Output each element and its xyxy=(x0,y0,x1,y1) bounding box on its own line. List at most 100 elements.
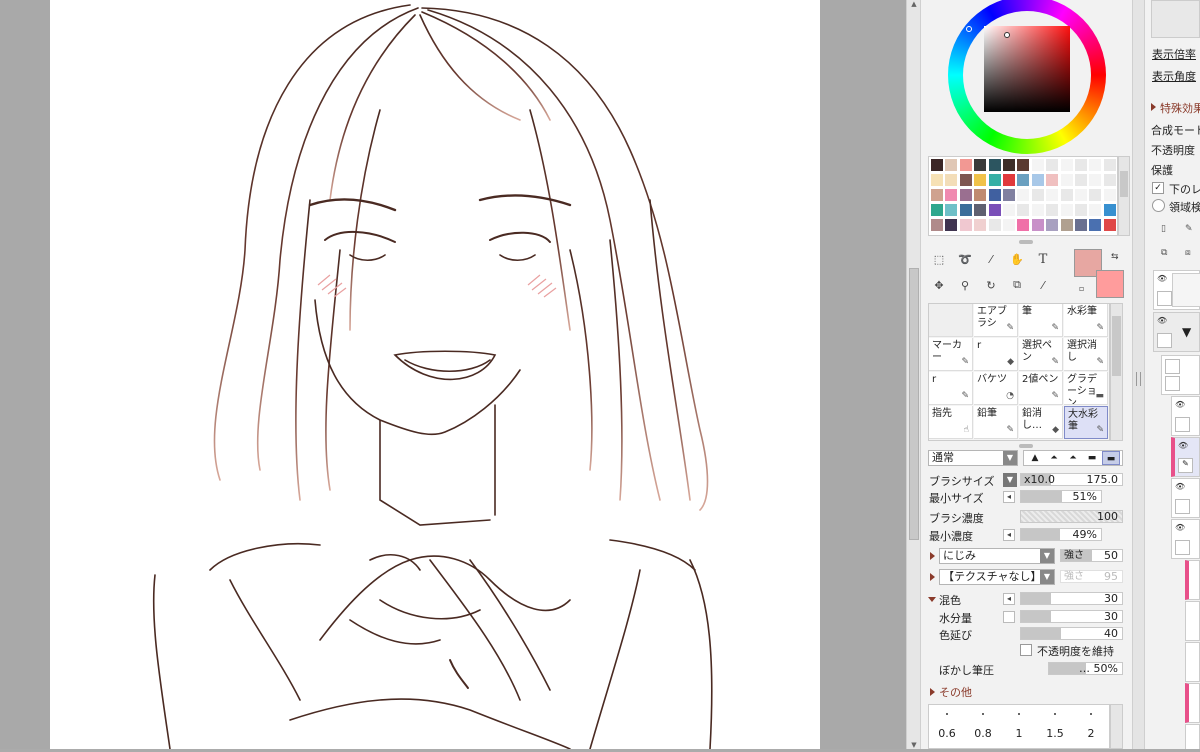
other-section-label[interactable]: その他 xyxy=(939,684,972,700)
brush-slot[interactable]: 選択消し ✎ xyxy=(1064,338,1108,371)
navigator-thumbnail[interactable] xyxy=(1151,0,1200,38)
expand-blur-icon[interactable] xyxy=(930,552,935,560)
color-extension-slider[interactable]: 40 xyxy=(1020,627,1123,640)
blur-pressure-slider[interactable]: … 50% xyxy=(1048,662,1123,675)
palette-swatch[interactable] xyxy=(959,189,972,201)
brush-slot[interactable]: バケツ ◔ xyxy=(974,372,1018,405)
expand-other-icon[interactable] xyxy=(930,688,935,696)
palette-swatch[interactable] xyxy=(1017,159,1030,171)
eyedropper-icon[interactable]: ⁄ xyxy=(1032,274,1054,296)
palette-swatch[interactable] xyxy=(988,219,1001,231)
layer-row[interactable]: 👁 xyxy=(1171,396,1200,436)
palette-swatch[interactable] xyxy=(1089,174,1102,186)
palette-swatch[interactable] xyxy=(1003,159,1015,171)
palette-swatch[interactable] xyxy=(1031,189,1044,201)
layer-row[interactable] xyxy=(1185,601,1200,641)
new-layer-icon[interactable]: ▯ xyxy=(1161,224,1166,234)
brush-slot[interactable]: r ◆ xyxy=(974,338,1018,371)
move-icon[interactable]: ✥ xyxy=(928,274,950,296)
palette-swatch[interactable] xyxy=(1060,189,1073,201)
shape-flat-icon[interactable]: ▬ xyxy=(1083,451,1101,465)
palette-swatch[interactable] xyxy=(1075,189,1087,201)
palette-swatch[interactable] xyxy=(1075,159,1087,171)
palette-swatch[interactable] xyxy=(1046,159,1059,171)
palette-swatch[interactable] xyxy=(988,159,1001,171)
palette-swatch[interactable] xyxy=(1031,174,1044,186)
palette-swatch[interactable] xyxy=(974,189,987,201)
palette-swatch[interactable] xyxy=(959,159,972,171)
scroll-down-icon[interactable]: ▼ xyxy=(909,741,919,749)
rotate-icon[interactable]: ↻ xyxy=(980,274,1002,296)
palette-swatch[interactable] xyxy=(945,159,958,171)
palette-swatch[interactable] xyxy=(931,219,943,231)
saturation-value-square[interactable] xyxy=(984,26,1070,112)
palette-swatch[interactable] xyxy=(1103,174,1116,186)
shape-sharp-icon[interactable]: ▲ xyxy=(1026,451,1044,465)
brush-slot-selected[interactable]: 大水彩筆 ✎ xyxy=(1064,406,1108,439)
layer-row[interactable]: 👁 xyxy=(1171,478,1200,518)
blend-mode-dropdown[interactable]: 通常 ▼ xyxy=(928,450,1018,466)
palette-swatch[interactable] xyxy=(1017,219,1030,231)
secondary-color-swatch[interactable] xyxy=(1096,270,1124,298)
size-multiplier-dropdown-icon[interactable]: ▼ xyxy=(1003,473,1017,487)
density-slider[interactable]: 100 xyxy=(1020,510,1123,523)
copy-icon[interactable]: ⧉ xyxy=(1006,274,1028,296)
hand-icon[interactable]: ✋ xyxy=(1006,248,1028,270)
brush-slot[interactable]: 鉛消し… ◆ xyxy=(1019,406,1063,439)
swap-colors-icon[interactable]: ⇆ xyxy=(1111,252,1119,262)
brush-slot[interactable]: r ✎ xyxy=(929,372,973,405)
brush-size-slider[interactable]: x10.0 175.0 xyxy=(1020,473,1123,486)
palette-swatch[interactable] xyxy=(1046,174,1059,186)
brush-slot[interactable]: 鉛筆 ✎ xyxy=(974,406,1018,439)
brush-panel-resize-grip[interactable] xyxy=(1019,444,1033,448)
water-slider[interactable]: 30 xyxy=(1020,610,1123,623)
palette-swatch[interactable] xyxy=(945,219,958,231)
brush-slot[interactable]: 指先 ☝ xyxy=(929,406,973,439)
brush-slot[interactable]: マーカー ✎ xyxy=(929,338,973,371)
palette-scrollbar[interactable] xyxy=(1118,156,1130,236)
palette-swatch[interactable] xyxy=(1060,174,1073,186)
keep-opacity-checkbox[interactable] xyxy=(1020,644,1032,656)
color-wheel[interactable] xyxy=(948,0,1106,154)
palette-swatch[interactable] xyxy=(1089,204,1102,216)
palette-swatch[interactable] xyxy=(974,174,987,186)
brush-slot[interactable]: 選択ペン ✎ xyxy=(1019,338,1063,371)
blur-dropdown[interactable]: にじみ ▼ xyxy=(939,548,1055,564)
palette-swatch[interactable] xyxy=(1103,219,1116,231)
palette-swatch[interactable] xyxy=(1075,204,1087,216)
brush-slot[interactable]: 2値ペン ✎ xyxy=(1019,372,1063,405)
palette-swatch[interactable] xyxy=(1003,204,1015,216)
new-linework-layer-icon[interactable]: ✎ xyxy=(1185,224,1193,234)
palette-swatch[interactable] xyxy=(1089,189,1102,201)
palette-swatch[interactable] xyxy=(931,204,943,216)
palette-swatch[interactable] xyxy=(1003,219,1015,231)
palette-swatch[interactable] xyxy=(1060,159,1073,171)
palette-swatch[interactable] xyxy=(945,204,958,216)
select-rect-icon[interactable]: ⬚ xyxy=(928,248,950,270)
palette-swatch[interactable] xyxy=(931,159,943,171)
palette-swatch[interactable] xyxy=(1103,159,1116,171)
eye-icon[interactable]: 👁 xyxy=(1157,316,1167,325)
palette-swatch[interactable] xyxy=(1017,204,1030,216)
palette-swatch[interactable] xyxy=(988,174,1001,186)
palette-swatch[interactable] xyxy=(1003,174,1015,186)
water-pressure-toggle-icon[interactable] xyxy=(1003,611,1015,623)
layer-row[interactable]: 👁 xyxy=(1153,270,1200,310)
canvas-paper[interactable] xyxy=(50,0,820,750)
eye-icon[interactable]: 👁 xyxy=(1175,482,1185,491)
zoom-icon[interactable]: ⚲ xyxy=(954,274,976,296)
layer-folder-row[interactable]: 👁 ▼ xyxy=(1153,312,1200,352)
brush-slot[interactable] xyxy=(929,304,973,337)
copy-layer-icon[interactable]: ⧉ xyxy=(1161,248,1167,258)
palette-swatch[interactable] xyxy=(974,159,987,171)
palette-swatch[interactable] xyxy=(931,189,943,201)
panel-divider[interactable] xyxy=(1132,0,1145,749)
palette-swatch[interactable] xyxy=(974,204,987,216)
layer-row-selected[interactable]: 👁 ✎ xyxy=(1171,437,1200,477)
shape-soft-icon[interactable]: ⏶ xyxy=(1064,451,1082,465)
panel-resize-grip[interactable] xyxy=(1019,240,1033,244)
palette-swatch[interactable] xyxy=(988,204,1001,216)
palette-swatch[interactable] xyxy=(1103,189,1116,201)
min-density-slider[interactable]: 49% xyxy=(1020,528,1102,541)
palette-swatch[interactable] xyxy=(959,174,972,186)
